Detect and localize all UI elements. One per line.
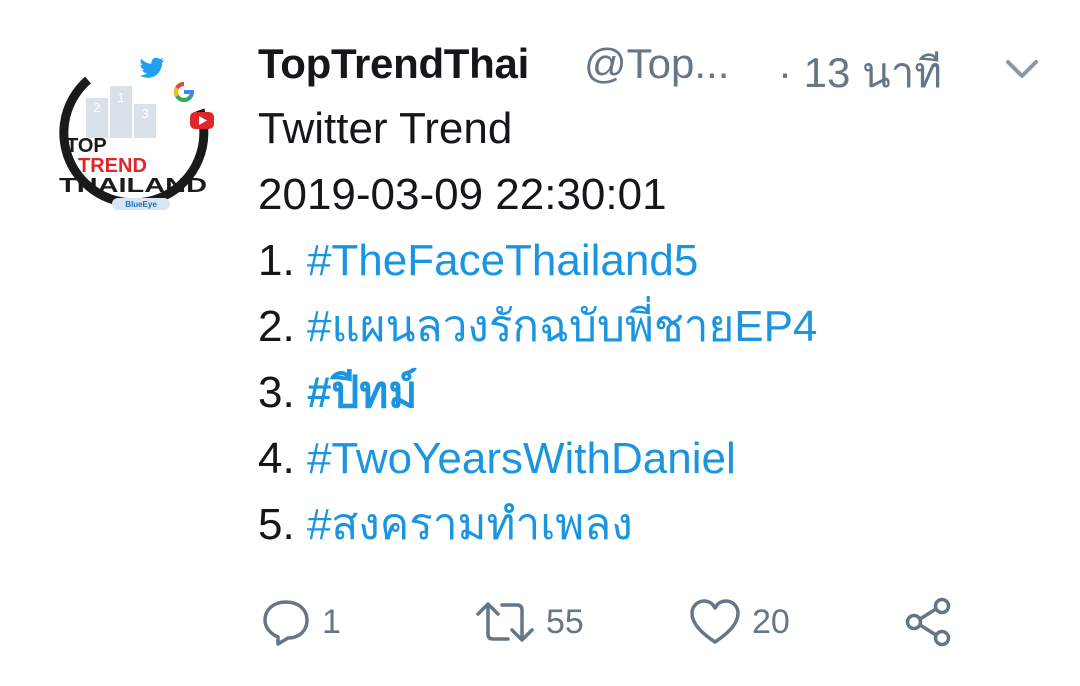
chevron-down-icon[interactable] [1002, 54, 1042, 84]
reply-count: 1 [322, 602, 341, 641]
share-button[interactable] [902, 594, 956, 650]
trend-rank: 4. [258, 434, 295, 483]
reply-button[interactable]: 1 [260, 594, 341, 650]
tweet-header: TopTrendThai @Top... · 13 นาที [258, 36, 1058, 96]
trend-rank: 2. [258, 302, 295, 351]
trend-item: 5. #สงครามทำเพลง [258, 496, 1058, 562]
avatar-text-top: TOP [66, 135, 107, 157]
trend-rank: 5. [258, 500, 295, 549]
trend-rank: 1. [258, 236, 295, 285]
trend-item: 2. #แผนลวงรักฉบับพี่ชายEP4 [258, 298, 1058, 364]
tweet-actions: 1 55 20 [0, 594, 1080, 654]
like-button[interactable]: 20 [688, 594, 790, 650]
hashtag-link[interactable]: #TheFaceThailand5 [307, 236, 698, 285]
display-name[interactable]: TopTrendThai [258, 40, 529, 88]
trend-item: 4. #TwoYearsWithDaniel [258, 430, 1058, 496]
retweet-icon [474, 596, 536, 648]
avatar-logo: 2 1 3 TOP TREND THAILAND BlueEye [55, 53, 215, 213]
trend-item: 3. #ปีทม์ [258, 364, 1058, 430]
tweet-body: Twitter Trend 2019-03-09 22:30:01 1. #Th… [258, 100, 1058, 562]
heart-icon [688, 596, 742, 648]
google-g-icon [172, 80, 196, 104]
retweet-count: 55 [546, 602, 584, 641]
trend-rank: 3. [258, 368, 295, 417]
avatar-text-trend: TREND [78, 155, 147, 177]
podium-3: 3 [141, 106, 148, 121]
like-count: 20 [752, 602, 790, 641]
hashtag-link[interactable]: #ปีทม์ [307, 368, 417, 417]
reply-icon [260, 596, 312, 648]
podium-2: 2 [93, 100, 100, 115]
tweet-timestamp[interactable]: · 13 นาที [778, 40, 942, 106]
share-icon [902, 596, 956, 648]
youtube-icon [190, 112, 214, 129]
hashtag-link[interactable]: #สงครามทำเพลง [307, 500, 633, 549]
avatar[interactable]: 2 1 3 TOP TREND THAILAND BlueEye [50, 48, 220, 218]
avatar-text-thailand: THAILAND [59, 175, 207, 197]
podium-1: 1 [117, 90, 124, 105]
user-handle[interactable]: @Top... [584, 40, 729, 88]
avatar-badge: BlueEye [125, 200, 157, 209]
tweet-title: Twitter Trend [258, 104, 513, 153]
tweet-datetime: 2019-03-09 22:30:01 [258, 170, 667, 219]
trend-item: 1. #TheFaceThailand5 [258, 232, 1058, 298]
hashtag-link[interactable]: #แผนลวงรักฉบับพี่ชายEP4 [307, 302, 817, 351]
tweet-card[interactable]: 2 1 3 TOP TREND THAILAND BlueEye TopTren… [0, 0, 1080, 686]
retweet-button[interactable]: 55 [474, 594, 584, 650]
hashtag-link[interactable]: #TwoYearsWithDaniel [307, 434, 736, 483]
